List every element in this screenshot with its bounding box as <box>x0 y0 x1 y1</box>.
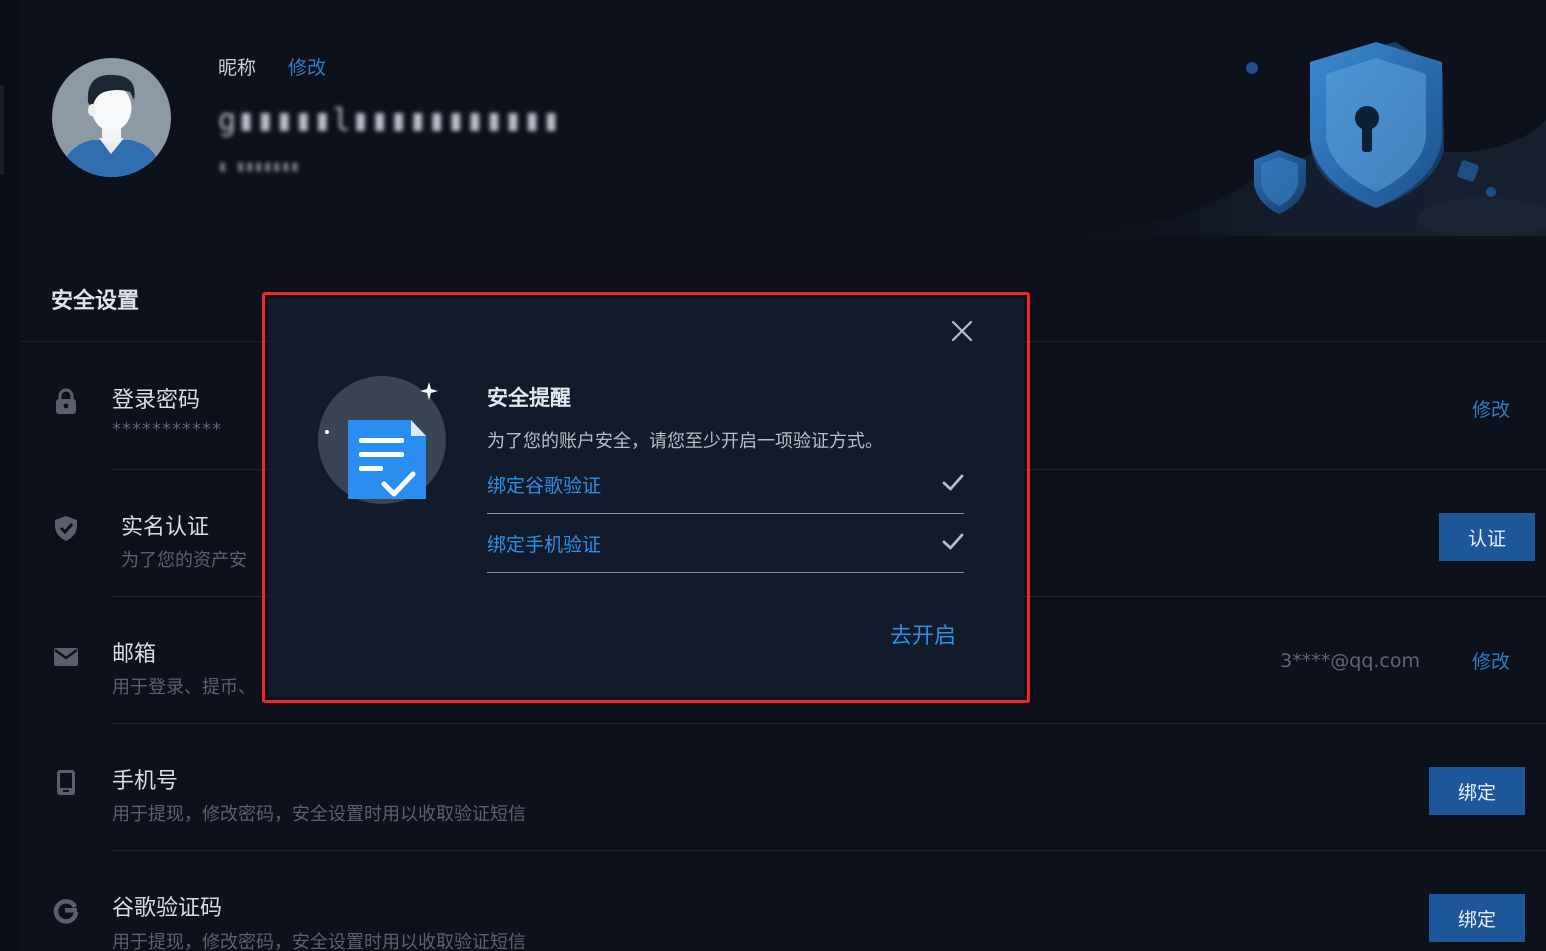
security-section-title: 安全设置 <box>51 289 140 314</box>
security-reminder-dialog: 安全提醒 为了您的账户安全，请您至少开启一项验证方式。 绑定谷歌验证 绑定手机验… <box>268 298 1024 697</box>
modal-description: 为了您的账户安全，请您至少开启一项验证方式。 <box>487 431 883 452</box>
row-desc-email: 用于登录、提币、 <box>112 677 256 698</box>
nickname-label: 昵称 <box>218 57 257 79</box>
bind-phone-option-label: 绑定手机验证 <box>487 534 602 556</box>
security-row-google: 谷歌验证码 用于提现，修改密码，安全设置时用以收取验证短信 绑定 <box>20 851 1546 951</box>
mail-icon <box>54 648 78 666</box>
account-security-page: 昵称 修改 g▮▮▮▮▮l▮▮▮▮▮▮▮▮▮▮▮ ▮ ▮▮▮▮▮▮▮ 安全设置 … <box>0 0 1546 951</box>
security-row-phone: 手机号 用于提现，修改密码，安全设置时用以收取验证短信 绑定 <box>20 724 1546 851</box>
shield-check-icon <box>55 516 77 541</box>
row-desc-google: 用于提现，修改密码，安全设置时用以收取验证短信 <box>112 932 526 951</box>
password-edit-link[interactable]: 修改 <box>1472 395 1510 422</box>
left-sidebar-edge <box>0 0 18 951</box>
nickname-edit-link[interactable]: 修改 <box>288 53 326 80</box>
row-desc-password: *********** <box>112 419 222 440</box>
check-icon <box>942 474 964 491</box>
google-icon <box>53 899 79 924</box>
row-title-phone: 手机号 <box>112 769 179 794</box>
bind-phone-option[interactable]: 绑定手机验证 <box>487 514 964 573</box>
row-desc-phone: 用于提现，修改密码，安全设置时用以收取验证短信 <box>112 804 526 825</box>
email-value: 3****@qq.com <box>1280 650 1420 672</box>
phone-icon <box>57 770 75 795</box>
row-desc-identity: 为了您的资产安 <box>121 550 247 571</box>
document-check-icon <box>318 376 446 504</box>
row-title-identity: 实名认证 <box>121 515 210 540</box>
modal-title: 安全提醒 <box>487 386 571 410</box>
profile-header: 昵称 修改 g▮▮▮▮▮l▮▮▮▮▮▮▮▮▮▮▮ ▮ ▮▮▮▮▮▮▮ <box>20 0 1546 236</box>
enable-now-button[interactable]: 去开启 <box>890 618 956 650</box>
row-title-password: 登录密码 <box>112 388 201 413</box>
security-shield-illustration <box>1006 42 1546 236</box>
check-icon <box>942 533 964 550</box>
verify-identity-button[interactable]: 认证 <box>1439 513 1535 561</box>
row-title-email: 邮箱 <box>112 642 157 667</box>
row-title-google: 谷歌验证码 <box>112 896 223 921</box>
bind-google-option[interactable]: 绑定谷歌验证 <box>487 455 964 514</box>
lock-icon <box>56 388 76 414</box>
bind-google-button[interactable]: 绑定 <box>1429 894 1525 942</box>
bind-phone-button[interactable]: 绑定 <box>1429 767 1525 815</box>
avatar <box>52 58 171 177</box>
username-blurred: g▮▮▮▮▮l▮▮▮▮▮▮▮▮▮▮▮ <box>218 102 562 138</box>
header-divider <box>20 236 1546 246</box>
user-id-blurred: ▮ ▮▮▮▮▮▮▮ <box>218 157 300 175</box>
email-edit-link[interactable]: 修改 <box>1472 647 1510 674</box>
close-icon[interactable] <box>951 320 973 342</box>
bind-google-option-label: 绑定谷歌验证 <box>487 475 602 497</box>
